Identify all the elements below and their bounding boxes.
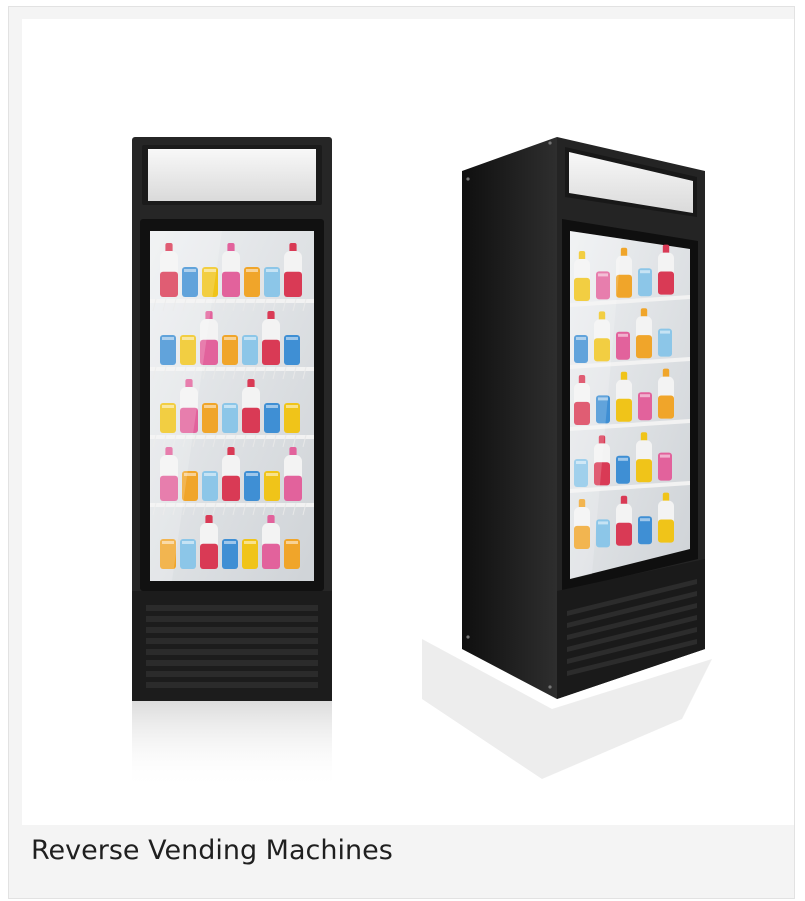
can — [264, 403, 280, 433]
can — [264, 471, 280, 501]
can — [284, 403, 300, 433]
can — [284, 335, 300, 365]
can — [244, 471, 260, 501]
can — [658, 452, 672, 481]
can — [616, 331, 630, 360]
can — [222, 539, 238, 569]
can — [638, 392, 652, 421]
right-fridge — [422, 137, 712, 779]
can — [284, 539, 300, 569]
left-fridge — [132, 137, 332, 789]
can — [638, 268, 652, 297]
can — [242, 539, 258, 569]
can — [180, 539, 196, 569]
can — [264, 267, 280, 297]
product-caption[interactable]: Reverse Vending Machines — [31, 833, 393, 869]
left-fridge-sign — [148, 149, 316, 201]
can — [202, 403, 218, 433]
can — [638, 516, 652, 545]
can — [596, 519, 610, 548]
product-image — [22, 19, 794, 825]
can — [222, 403, 238, 433]
can — [242, 335, 258, 365]
can — [202, 471, 218, 501]
can — [244, 267, 260, 297]
can — [658, 328, 672, 357]
can — [222, 335, 238, 365]
can — [616, 455, 630, 484]
product-card[interactable]: Reverse Vending Machines — [8, 6, 795, 899]
left-fridge-reflection — [132, 699, 332, 789]
fridges-illustration — [132, 137, 712, 789]
right-fridge-side — [462, 137, 557, 699]
